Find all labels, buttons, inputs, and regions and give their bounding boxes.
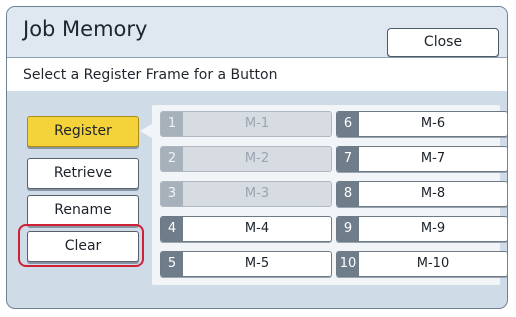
memory-slot-5[interactable]: 5 M-5 bbox=[160, 251, 332, 277]
slot-number: 1 bbox=[161, 112, 183, 136]
memory-slot-1: 1 M-1 bbox=[160, 111, 332, 137]
slot-label: M-10 bbox=[359, 252, 507, 276]
slot-label: M-2 bbox=[183, 147, 331, 171]
slot-number: 10 bbox=[337, 252, 359, 276]
rename-button[interactable]: Rename bbox=[27, 195, 139, 226]
memory-slot-7[interactable]: 7 M-7 bbox=[336, 146, 507, 172]
slot-label: M-5 bbox=[183, 252, 331, 276]
slot-label: M-4 bbox=[183, 217, 331, 241]
slot-number: 4 bbox=[161, 217, 183, 241]
clear-button[interactable]: Clear bbox=[27, 231, 139, 262]
slot-number: 7 bbox=[337, 147, 359, 171]
slot-label: M-6 bbox=[359, 112, 507, 136]
slot-label: M-3 bbox=[183, 182, 331, 206]
memory-slot-9[interactable]: 9 M-9 bbox=[336, 216, 507, 242]
memory-slot-8[interactable]: 8 M-8 bbox=[336, 181, 507, 207]
memory-slot-4[interactable]: 4 M-4 bbox=[160, 216, 332, 242]
memory-slot-3: 3 M-3 bbox=[160, 181, 332, 207]
register-frame-panel: 1 M-1 2 M-2 3 M-3 4 M-4 5 M-5 6 M-6 7 M-… bbox=[152, 105, 507, 285]
page-title: Job Memory bbox=[23, 17, 148, 41]
slot-label: M-9 bbox=[359, 217, 507, 241]
slot-label: M-1 bbox=[183, 112, 331, 136]
slot-number: 5 bbox=[161, 252, 183, 276]
slot-number: 9 bbox=[337, 217, 359, 241]
close-button[interactable]: Close bbox=[387, 28, 499, 57]
instruction-bar: Select a Register Frame for a Button bbox=[7, 58, 507, 91]
slot-label: M-8 bbox=[359, 182, 507, 206]
instruction-text: Select a Register Frame for a Button bbox=[23, 67, 278, 83]
memory-slot-2: 2 M-2 bbox=[160, 146, 332, 172]
register-button[interactable]: Register bbox=[27, 116, 139, 147]
title-bar: Job Memory Close bbox=[7, 7, 507, 58]
slot-number: 8 bbox=[337, 182, 359, 206]
slot-number: 2 bbox=[161, 147, 183, 171]
job-memory-screen: Job Memory Close Select a Register Frame… bbox=[6, 6, 508, 309]
memory-slot-6[interactable]: 6 M-6 bbox=[336, 111, 507, 137]
slot-number: 3 bbox=[161, 182, 183, 206]
selection-pointer bbox=[140, 124, 152, 138]
memory-slot-10[interactable]: 10 M-10 bbox=[336, 251, 507, 277]
slot-label: M-7 bbox=[359, 147, 507, 171]
slot-number: 6 bbox=[337, 112, 359, 136]
retrieve-button[interactable]: Retrieve bbox=[27, 158, 139, 189]
